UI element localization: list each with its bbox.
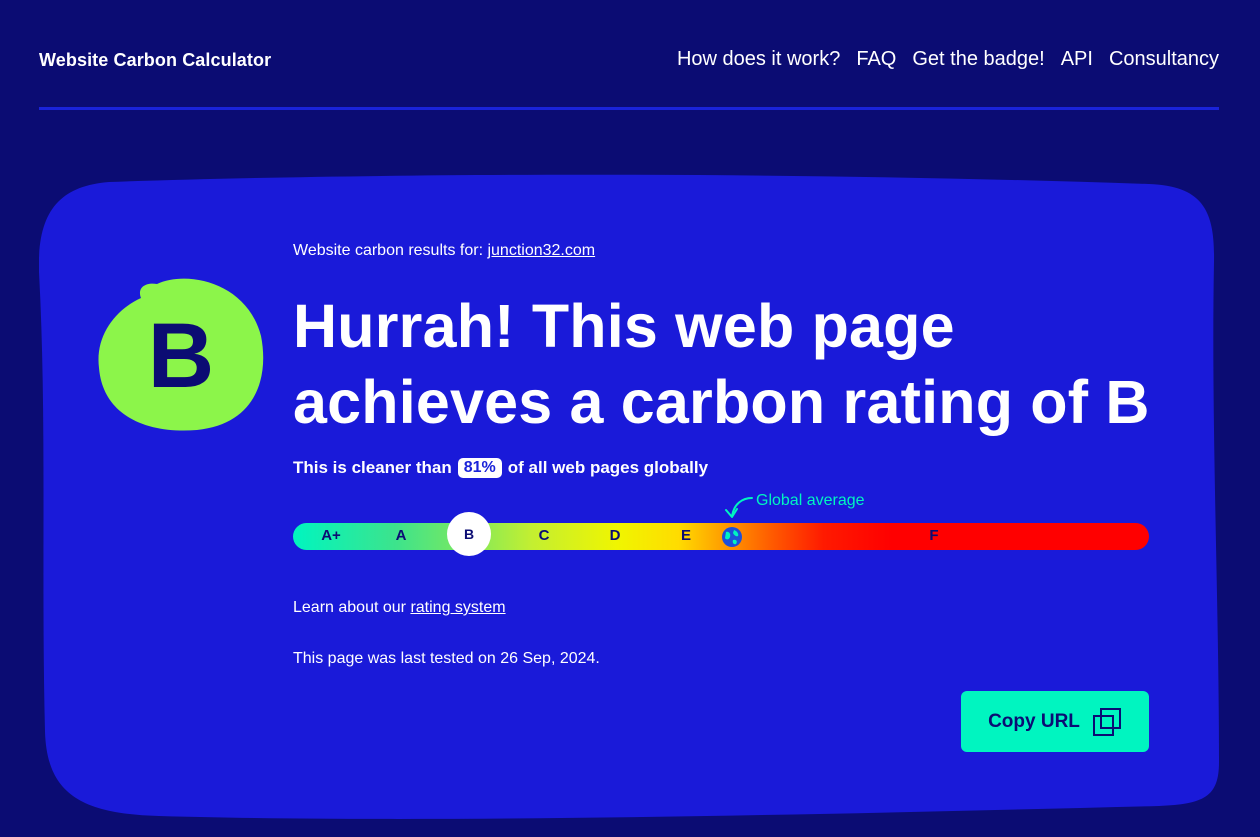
result-headline: Hurrah! This web page achieves a carbon … [293, 292, 1150, 436]
site-link[interactable]: junction32.com [487, 242, 595, 259]
copy-url-label: Copy URL [988, 710, 1080, 732]
grade-letter: B [147, 305, 215, 407]
cleaner-percent-badge: 81% [457, 458, 502, 478]
results-for-label: Website carbon results for: [293, 242, 484, 259]
rating-label-a-plus: A+ [321, 527, 341, 544]
site-logo[interactable]: Website Carbon Calculator [39, 50, 271, 71]
learn-rating: Learn about our rating system [293, 599, 506, 617]
rating-label-c: C [538, 527, 550, 544]
cleaner-suffix: of all web pages globally [507, 458, 709, 477]
header: Website Carbon Calculator How does it wo… [39, 0, 1219, 110]
global-average-label: Global average [756, 492, 865, 509]
learn-prefix: Learn about our [293, 599, 406, 616]
rating-marker-b: B [447, 512, 491, 556]
globe-icon [722, 527, 742, 547]
rating-label-a: A [395, 527, 407, 544]
cleaner-prefix: This is cleaner than [293, 458, 452, 477]
results-for: Website carbon results for: junction32.c… [293, 242, 595, 260]
rating-label-d: D [609, 527, 621, 544]
nav-how-does-it-work[interactable]: How does it work? [677, 48, 840, 71]
page: Website Carbon Calculator How does it wo… [0, 0, 1260, 837]
rating-label-f: F [929, 527, 939, 544]
arrow-icon [725, 497, 753, 518]
nav-faq[interactable]: FAQ [856, 48, 896, 71]
cleaner-than: This is cleaner than 81% of all web page… [293, 458, 708, 478]
copy-icon [1092, 707, 1121, 736]
nav-api[interactable]: API [1061, 48, 1093, 71]
last-tested: This page was last tested on 26 Sep, 202… [293, 650, 600, 667]
rating-system-link[interactable]: rating system [410, 599, 505, 616]
main-nav: How does it work? FAQ Get the badge! API… [677, 48, 1219, 71]
nav-get-the-badge[interactable]: Get the badge! [912, 48, 1044, 71]
nav-consultancy[interactable]: Consultancy [1109, 48, 1219, 71]
rating-label-e: E [680, 527, 692, 544]
copy-url-button[interactable]: Copy URL [961, 691, 1149, 752]
